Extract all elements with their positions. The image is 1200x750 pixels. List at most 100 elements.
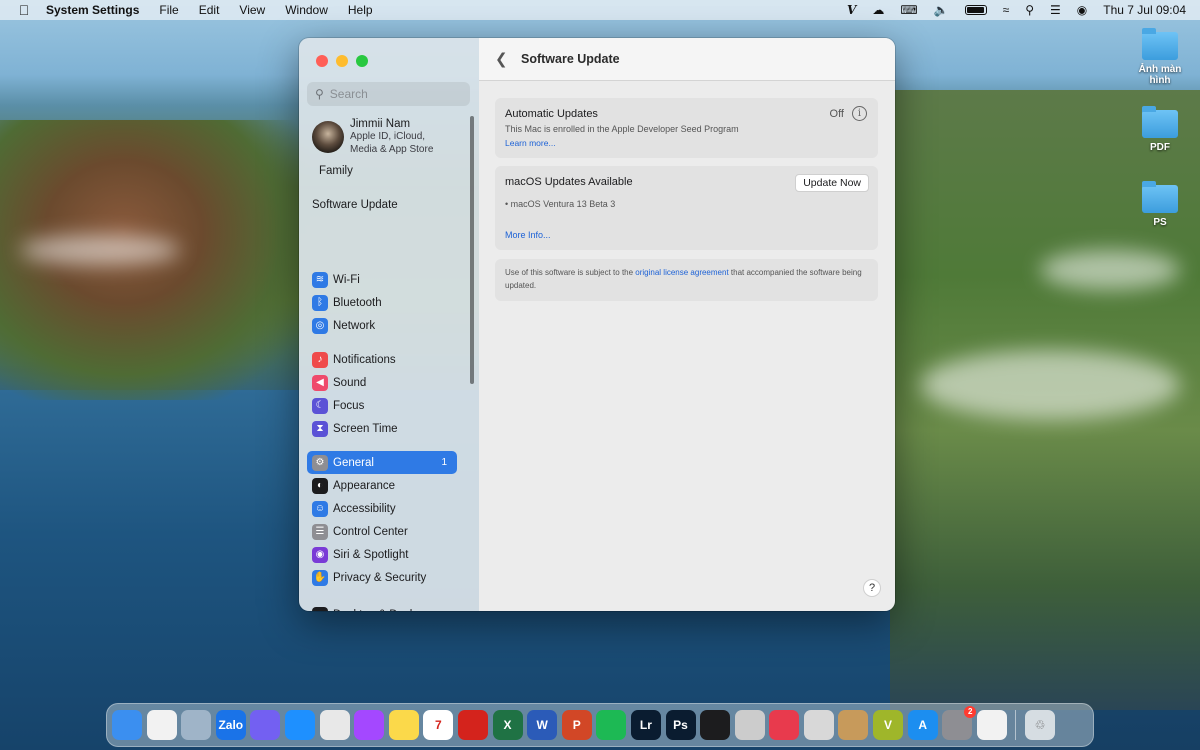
sidebar-item-screen-time[interactable]: ⧗ Screen Time bbox=[307, 417, 457, 440]
avatar bbox=[312, 121, 344, 153]
control-center-icon: ☰ bbox=[312, 523, 328, 540]
dock-launchpad-icon[interactable] bbox=[976, 710, 1007, 740]
dock-system-settings-icon[interactable]: 2 bbox=[942, 706, 977, 740]
search-input[interactable]: ⚲ Search bbox=[307, 82, 470, 106]
notification-badge: 1 bbox=[441, 457, 447, 468]
dock-excel-icon[interactable]: X bbox=[492, 710, 523, 740]
dock-creative-cloud-icon[interactable] bbox=[769, 710, 800, 740]
apple-id-profile[interactable]: Jimmii Nam Apple ID, iCloud, Media & App… bbox=[312, 118, 433, 156]
dock-activity-monitor-icon[interactable] bbox=[700, 710, 731, 740]
wallpaper-cloud bbox=[920, 350, 1180, 420]
sidebar-item-accessibility[interactable]: ☺ Accessibility bbox=[307, 497, 457, 520]
sidebar-item-notifications[interactable]: ♪ Notifications bbox=[307, 348, 457, 371]
menu-help[interactable]: Help bbox=[348, 3, 373, 17]
v-status-icon[interactable]: V bbox=[847, 3, 856, 17]
learn-more-link[interactable]: Learn more... bbox=[505, 138, 556, 148]
help-button[interactable]: ? bbox=[863, 579, 881, 597]
dock-word-icon[interactable]: W bbox=[527, 710, 558, 740]
dock-app-store-icon[interactable]: A bbox=[907, 710, 938, 740]
desktop-folder-ps[interactable]: PS bbox=[1130, 181, 1190, 228]
keyboard-icon[interactable]: ⌨ bbox=[900, 3, 917, 17]
dock-zalo-icon[interactable]: Zalo bbox=[215, 710, 246, 740]
profile-sub-line: Apple ID, iCloud, bbox=[350, 131, 426, 142]
apple-menu-icon[interactable]:  bbox=[16, 2, 32, 18]
dock-app-label: Lr bbox=[639, 718, 652, 732]
sidebar-item-family[interactable]: Family bbox=[319, 165, 353, 177]
dock-contacts-icon[interactable] bbox=[838, 710, 869, 740]
sidebar-item-label: Focus bbox=[333, 399, 365, 412]
wifi-status-icon[interactable]: ≈ bbox=[1003, 3, 1010, 17]
desktop-folder-pdf[interactable]: PDF bbox=[1130, 106, 1190, 153]
folder-icon bbox=[1142, 106, 1178, 138]
dock-viber-icon[interactable] bbox=[250, 710, 281, 740]
wallpaper-cloud bbox=[20, 235, 180, 265]
sidebar-item-label: Control Center bbox=[333, 525, 408, 538]
desktop-folder-screenshots[interactable]: Ảnh màn hình bbox=[1130, 28, 1190, 86]
dock-acrobat-icon[interactable] bbox=[457, 710, 488, 740]
sidebar-item-wi-fi[interactable]: ≋ Wi-Fi bbox=[307, 268, 457, 291]
dock-app-label: P bbox=[572, 718, 581, 732]
dock-photoshop-icon[interactable]: Ps bbox=[665, 710, 696, 740]
dock-chrome-icon[interactable] bbox=[319, 710, 350, 740]
sidebar-item-label: Desktop & Dock bbox=[333, 609, 415, 612]
sidebar-item-appearance[interactable]: ◐ Appearance bbox=[307, 474, 457, 497]
page-title: Software Update bbox=[521, 52, 620, 66]
license-text-before: Use of this software is subject to the bbox=[505, 268, 636, 277]
more-info-link[interactable]: More Info... bbox=[505, 230, 551, 240]
sidebar-scrollbar[interactable] bbox=[470, 116, 474, 384]
volume-icon[interactable]: 🔈 bbox=[934, 3, 949, 17]
dock: Zalo 7 X W P Lr Ps V A 2 ♲ bbox=[106, 703, 1094, 747]
automatic-updates-card: Automatic Updates Off i This Mac is enro… bbox=[495, 98, 878, 158]
dock-photos-icon[interactable] bbox=[146, 710, 177, 740]
dock-notes-icon[interactable] bbox=[388, 710, 419, 740]
sidebar-item-label: Screen Time bbox=[333, 422, 398, 435]
clock[interactable]: Thu 7 Jul 09:04 bbox=[1103, 3, 1186, 17]
spotlight-search-icon[interactable]: ⚲ bbox=[1025, 3, 1034, 17]
folder-icon bbox=[1142, 181, 1178, 213]
sidebar-item-general[interactable]: ⚙ General 1 bbox=[307, 451, 457, 474]
menu-window[interactable]: Window bbox=[285, 3, 328, 17]
menu-view[interactable]: View bbox=[239, 3, 265, 17]
dock-messenger-icon[interactable] bbox=[354, 710, 385, 740]
sidebar-item-bluetooth[interactable]: ᛒ Bluetooth bbox=[307, 291, 457, 314]
menu-file[interactable]: File bbox=[159, 3, 178, 17]
dock-calculator-icon[interactable] bbox=[803, 710, 834, 740]
license-agreement-link[interactable]: original license agreement bbox=[635, 268, 728, 277]
dock-spotify-icon[interactable] bbox=[596, 710, 627, 740]
dock-safari-icon[interactable] bbox=[284, 710, 315, 740]
dock-preview-icon[interactable] bbox=[181, 710, 212, 740]
sidebar-item-label: Privacy & Security bbox=[333, 571, 427, 584]
control-center-status-icon[interactable]: ☰ bbox=[1050, 3, 1061, 17]
menu-edit[interactable]: Edit bbox=[199, 3, 220, 17]
sidebar-item-software-update[interactable]: Software Update bbox=[312, 199, 398, 211]
back-chevron-icon[interactable]: ❮ bbox=[495, 50, 509, 68]
sidebar-group: ≋ Wi-Fi ᛒ Bluetooth ◎ Network bbox=[307, 268, 457, 337]
sidebar-item-network[interactable]: ◎ Network bbox=[307, 314, 457, 337]
sidebar-item-focus[interactable]: ☾ Focus bbox=[307, 394, 457, 417]
info-icon[interactable]: i bbox=[852, 106, 867, 121]
dock-calendar-icon[interactable]: 7 bbox=[423, 710, 454, 740]
sidebar-item-privacy-security[interactable]: ✋ Privacy & Security bbox=[307, 566, 457, 589]
dock-powerpoint-icon[interactable]: P bbox=[561, 710, 592, 740]
update-item: • macOS Ventura 13 Beta 3 bbox=[505, 199, 616, 209]
dock-lightroom-icon[interactable]: Lr bbox=[630, 710, 661, 740]
close-button[interactable] bbox=[316, 55, 328, 67]
battery-icon[interactable] bbox=[964, 5, 987, 15]
siri-status-icon[interactable]: ◉ bbox=[1077, 3, 1087, 17]
zoom-button[interactable] bbox=[356, 55, 368, 67]
dock-app-label: X bbox=[503, 718, 512, 732]
sidebar-item-label: Appearance bbox=[333, 479, 396, 492]
sidebar-item-control-center[interactable]: ☰ Control Center bbox=[307, 520, 457, 543]
sidebar-item-desktop-dock[interactable]: ▬ Desktop & Dock bbox=[307, 603, 457, 611]
sidebar-item-sound[interactable]: ◀ Sound bbox=[307, 371, 457, 394]
dock-finder-icon[interactable] bbox=[112, 710, 142, 740]
dock-vectorworks-icon[interactable]: V bbox=[873, 710, 904, 740]
cloud-icon[interactable]: ☁ bbox=[872, 3, 884, 17]
dock-trash-icon[interactable]: ♲ bbox=[1025, 710, 1056, 740]
update-now-button[interactable]: Update Now bbox=[795, 174, 869, 192]
minimize-button[interactable] bbox=[336, 55, 348, 67]
menu-app-name[interactable]: System Settings bbox=[46, 3, 139, 17]
wifi-icon: ≋ bbox=[312, 271, 328, 288]
dock-disk-utility-icon[interactable] bbox=[734, 710, 765, 740]
sidebar-item-siri-spotlight[interactable]: ◉ Siri & Spotlight bbox=[307, 543, 457, 566]
